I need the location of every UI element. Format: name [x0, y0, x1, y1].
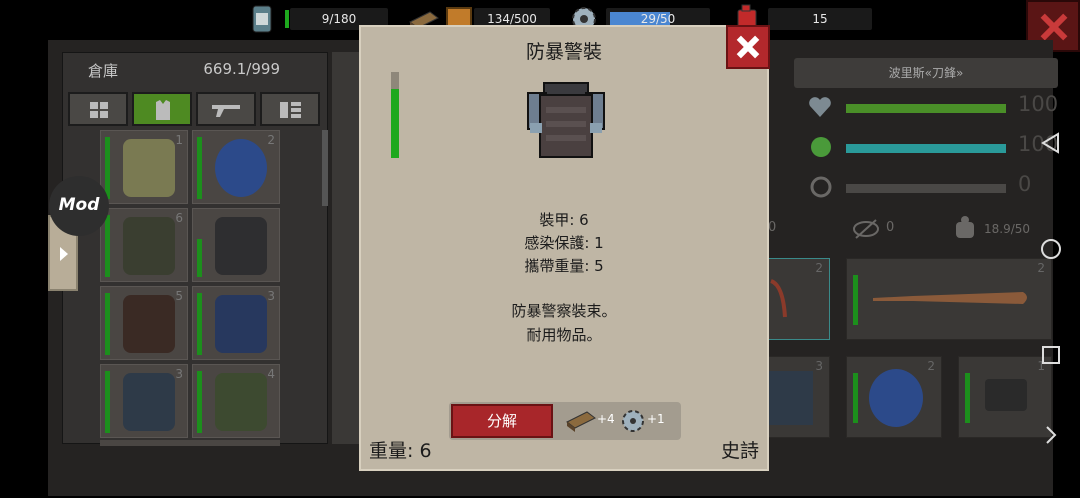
storage-item-bag[interactable]: 1	[100, 130, 188, 204]
infection-protection-stat: 感染保護: 1	[524, 234, 604, 252]
storage-item-armor[interactable]	[192, 208, 280, 282]
dismantle-row: 分解 +4 +1	[449, 402, 681, 440]
weight-icon	[956, 216, 974, 238]
storage-item-jacket[interactable]: 3	[100, 364, 188, 438]
item-description: 防暴警察裝束。 耐用物品。	[511, 302, 617, 344]
durability-bar	[197, 137, 202, 199]
durability-bar	[197, 371, 202, 433]
immunity-bar	[846, 144, 1006, 153]
device-icon	[985, 379, 1027, 411]
biohazard-icon	[810, 176, 832, 198]
crowbar-icon	[770, 279, 787, 318]
parts-yield: +1	[647, 412, 665, 426]
storage-item-backpack[interactable]: 2	[192, 130, 280, 204]
baseball-bat-icon	[873, 292, 1027, 304]
item-stats: 裝甲: 6 感染保護: 1 攜帶重量: 5	[361, 209, 767, 278]
grid-icon	[90, 102, 108, 118]
durability-bar	[965, 373, 970, 423]
durability-bar	[197, 239, 202, 277]
immunity-icon	[811, 137, 831, 157]
gear-icon	[622, 410, 644, 432]
health-bar	[846, 104, 1006, 113]
durability-fill	[391, 89, 399, 158]
durability-bar	[853, 275, 858, 325]
center-panel	[332, 52, 360, 444]
item-rarity: 史詩	[720, 440, 759, 462]
food-level-bar	[285, 10, 289, 28]
storage-item-jacket[interactable]: 5	[100, 286, 188, 360]
close-dialog-button[interactable]	[726, 25, 770, 69]
recents-nav-icon[interactable]	[1040, 344, 1062, 366]
storage-item-jacket[interactable]: 4	[192, 364, 280, 438]
fuel-counter: 15	[768, 8, 872, 30]
durability-bar	[197, 293, 202, 355]
tab-weapons[interactable]	[196, 92, 256, 126]
bag-icon	[123, 139, 175, 197]
storage-header: 倉庫 669.1/999	[88, 60, 318, 82]
mod-button[interactable]: Mod	[49, 176, 109, 236]
stat-b-value: 0	[886, 220, 895, 235]
jacket-icon	[769, 371, 813, 425]
storage-capacity: 669.1/999	[203, 60, 280, 78]
gun-icon	[212, 105, 240, 117]
item-title: 防暴警裝	[525, 41, 602, 63]
home-nav-icon[interactable]	[1040, 238, 1062, 260]
equipment-slot-weapon[interactable]: 2	[846, 258, 1052, 340]
durability-bar	[105, 371, 110, 433]
equipment-slot-back[interactable]: 2	[846, 356, 942, 438]
equipment-slot-melee[interactable]: 2	[768, 258, 830, 340]
chevron-right-icon[interactable]	[1040, 424, 1062, 446]
durability-bar	[105, 137, 110, 199]
jacket-icon	[215, 295, 267, 353]
backpack-icon	[869, 369, 923, 427]
storage-item-vest[interactable]: 6	[100, 208, 188, 282]
durability-bar	[105, 215, 110, 277]
vest-icon	[123, 217, 175, 275]
carry-weight-stat: 攜帶重量: 5	[524, 257, 604, 275]
radiation-bar	[846, 184, 1006, 193]
storage-title: 倉庫	[88, 62, 119, 80]
armor-icon	[156, 100, 170, 120]
material-yield: +4	[597, 412, 615, 426]
storage-item-jacket[interactable]: 3	[192, 286, 280, 360]
misc-icon	[280, 102, 301, 118]
riot-armor-icon	[527, 82, 605, 158]
durability-bar	[853, 373, 858, 423]
dismantle-button[interactable]: 分解	[451, 404, 553, 438]
character-name: 波里斯«刀鋒»	[794, 58, 1058, 88]
back-nav-icon[interactable]	[1040, 132, 1062, 154]
chevron-right-icon	[60, 247, 68, 261]
storage-row-partial	[100, 440, 280, 446]
food-can-icon	[252, 5, 272, 33]
item-detail-dialog: 防暴警裝 裝甲: 6 感染保護: 1 攜帶重量: 5 防暴警察裝束。 耐用物品。…	[359, 25, 770, 471]
eye-hidden-icon	[853, 219, 879, 239]
durability-bar	[105, 293, 110, 355]
backpack-icon	[215, 139, 267, 197]
wood-plank-icon	[566, 411, 596, 432]
tab-armor[interactable]	[132, 92, 192, 126]
tab-misc[interactable]	[260, 92, 320, 126]
heart-icon	[809, 97, 831, 117]
jacket-icon	[123, 295, 175, 353]
equipment-slot-body[interactable]: 3	[768, 356, 830, 438]
item-durability-bar	[391, 72, 399, 158]
carry-weight: 18.9/50	[984, 222, 1031, 236]
item-weight: 重量: 6	[369, 440, 432, 462]
tab-all[interactable]	[68, 92, 128, 126]
armor-icon	[215, 217, 267, 275]
jacket-icon	[215, 373, 267, 431]
equipment-slot-accessory[interactable]: 1	[958, 356, 1052, 438]
jacket-icon	[123, 373, 175, 431]
stat-a-value: 0	[768, 220, 777, 235]
armor-stat: 裝甲: 6	[539, 211, 589, 229]
storage-scrollbar[interactable]	[322, 130, 328, 206]
